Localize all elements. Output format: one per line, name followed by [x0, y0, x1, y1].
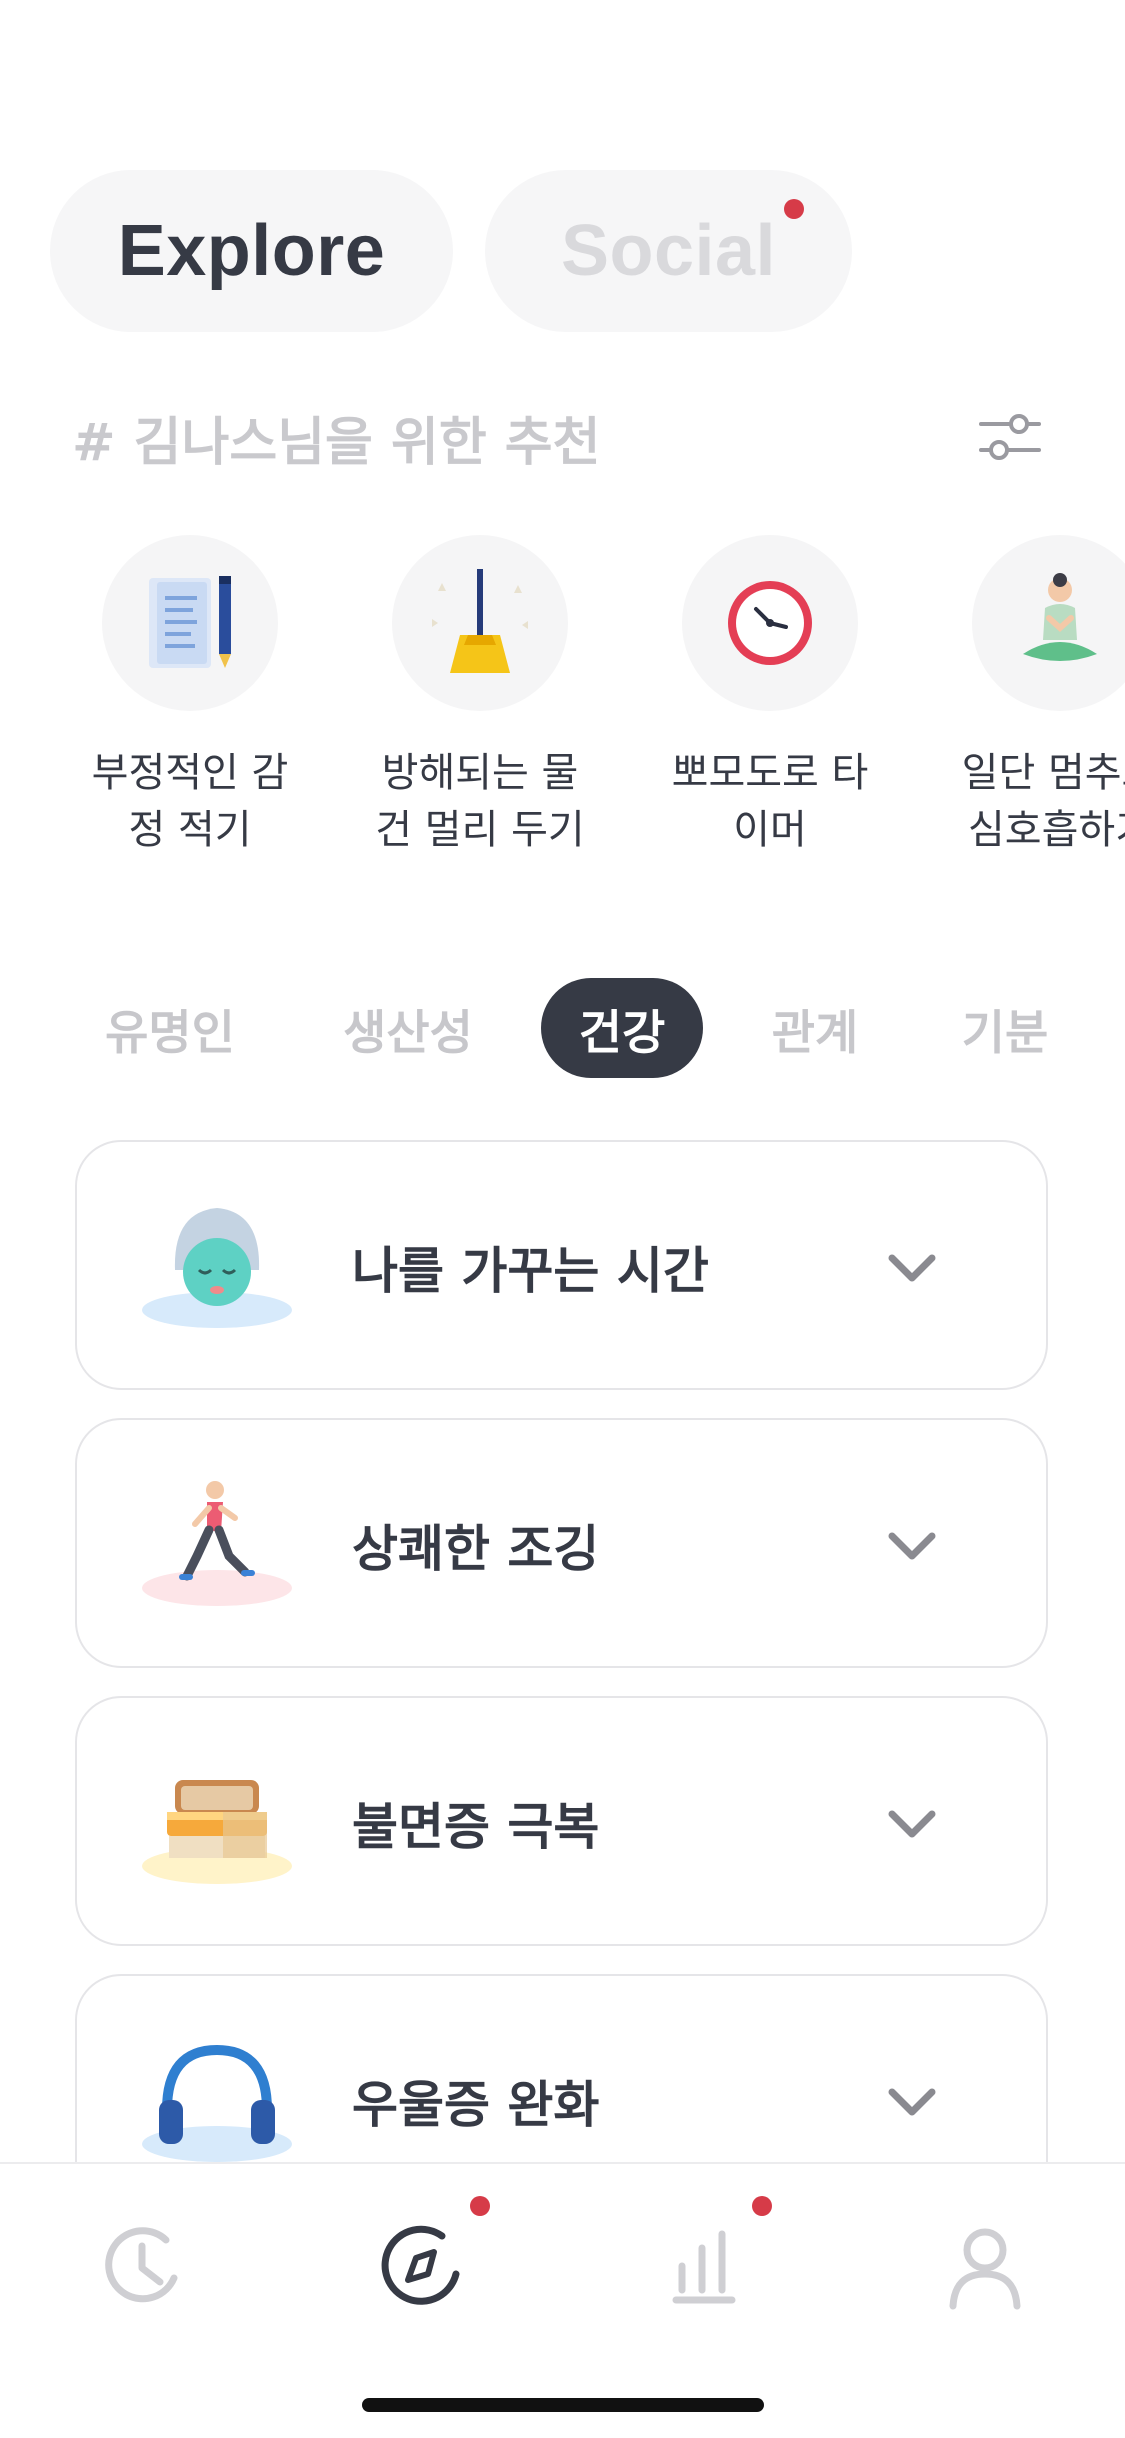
broom-icon [432, 569, 528, 673]
chevron-down-icon[interactable] [882, 1238, 942, 1298]
stats-notification-dot [752, 2196, 772, 2216]
category-chip-label: 건강 [578, 1005, 666, 1061]
tab-explore[interactable]: Explore [50, 170, 453, 332]
compass-icon[interactable] [372, 2216, 472, 2316]
recommendation-icon-circle [392, 535, 568, 711]
category-chip-celebrity[interactable]: 유명인 [80, 978, 260, 1078]
recommendation-icon-circle [972, 535, 1125, 711]
program-title: 불면증 극복 [352, 1798, 600, 1856]
filter-icon[interactable] [975, 402, 1045, 472]
clock-icon [728, 581, 812, 665]
recommendation-item-negative-emotions[interactable]: 부정적인 감 정 적기 [60, 535, 320, 859]
note-pencil-icon [149, 576, 231, 668]
chevron-down-icon[interactable] [882, 1794, 942, 1854]
clock-icon[interactable] [92, 2216, 192, 2316]
meditation-icon [1023, 573, 1097, 661]
program-card-insomnia[interactable]: 불면증 극복 [75, 1696, 1048, 1946]
program-card-self-care[interactable]: 나를 가꾸는 시간 [75, 1140, 1048, 1390]
chevron-down-icon[interactable] [882, 2072, 942, 2132]
category-chip-label: 생산성 [343, 1005, 473, 1061]
category-chip-health[interactable]: 건강 [541, 978, 703, 1078]
category-chip-label: 유명인 [105, 1005, 235, 1061]
recommendation-item-pomodoro[interactable]: 뽀모도로 타 이머 [640, 535, 900, 859]
recommendation-label: 방해되는 물 건 멀리 두기 [375, 750, 585, 853]
chevron-down-icon[interactable] [882, 1516, 942, 1576]
recommendation-item-distractions[interactable]: 방해되는 물 건 멀리 두기 [350, 535, 610, 859]
bottom-nav [0, 2162, 1125, 2438]
program-card-jogging[interactable]: 상쾌한 조깅 [75, 1418, 1048, 1668]
profile-icon[interactable] [935, 2216, 1035, 2316]
jogging-icon [142, 1481, 292, 1606]
recommendation-label: 뽀모도로 타 이머 [671, 750, 869, 853]
social-notification-dot [784, 199, 804, 219]
category-chip-mood[interactable]: 기분 [935, 978, 1075, 1078]
recommendation-icon-circle [682, 535, 858, 711]
recommendation-title: # 김나스님을 위한 추천 [72, 413, 601, 473]
recommendation-label: 일단 멈추고 심호흡하기 [961, 750, 1125, 853]
tab-social-label: Social [560, 211, 777, 291]
explore-notification-dot [470, 2196, 490, 2216]
tab-explore-label: Explore [117, 211, 386, 291]
tab-social[interactable]: Social [485, 170, 852, 332]
recommendation-item-breathing[interactable]: 일단 멈추고 심호흡하기 [930, 535, 1125, 859]
bed-icon [142, 1780, 292, 1884]
program-title: 상쾌한 조깅 [352, 1520, 600, 1578]
home-indicator [362, 2398, 764, 2412]
program-title: 나를 가꾸는 시간 [352, 1242, 709, 1300]
stats-icon[interactable] [652, 2216, 752, 2316]
category-chip-label: 관계 [771, 1005, 859, 1061]
category-chip-productivity[interactable]: 생산성 [318, 978, 498, 1078]
recommendation-icon-circle [102, 535, 278, 711]
headphones-icon [142, 2044, 292, 2162]
category-chip-relationship[interactable]: 관계 [745, 978, 885, 1078]
recommendation-label: 부정적인 감 정 적기 [91, 750, 289, 853]
category-chip-label: 기분 [961, 1005, 1049, 1061]
face-mask-icon [142, 1208, 292, 1328]
